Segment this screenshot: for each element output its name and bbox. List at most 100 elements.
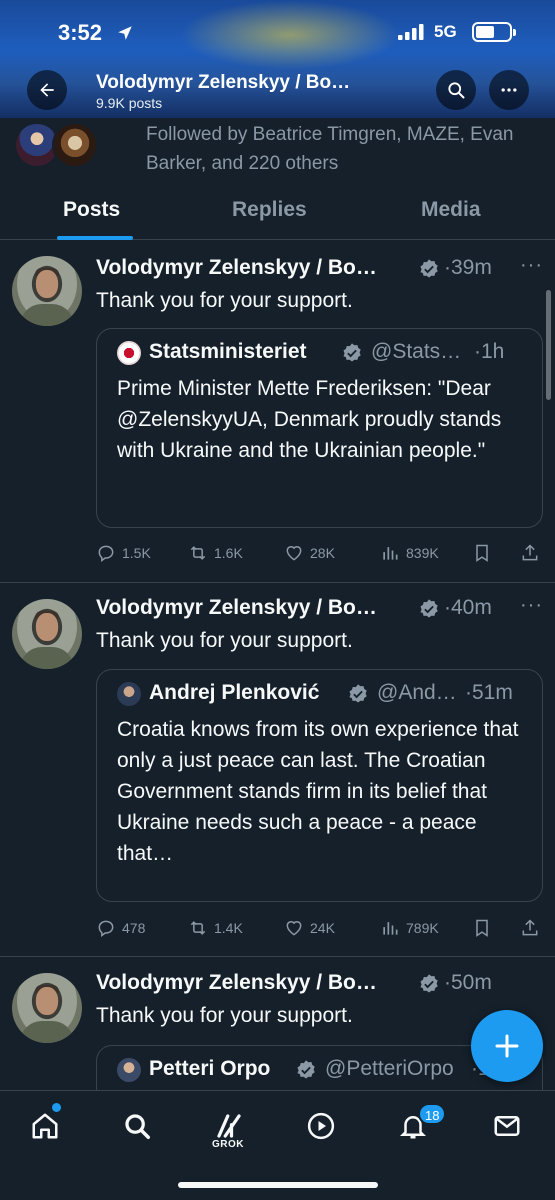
avatar[interactable] xyxy=(12,599,82,669)
post-time: ·50m xyxy=(444,971,492,994)
location-arrow-icon xyxy=(118,26,132,40)
home-icon xyxy=(32,1113,58,1139)
share-button[interactable] xyxy=(520,913,540,943)
verified-badge-icon xyxy=(297,1060,315,1079)
heart-icon xyxy=(286,546,302,561)
views-button[interactable]: 839K xyxy=(380,538,439,568)
grok-icon xyxy=(217,1114,241,1138)
views-button[interactable]: 789K xyxy=(380,913,439,943)
post[interactable]: Volodymyr Zelenskyy / Bo… ·50m Thank you… xyxy=(0,957,555,1090)
like-button[interactable]: 24K xyxy=(284,913,335,943)
like-count: 24K xyxy=(310,920,335,936)
reply-button[interactable]: 478 xyxy=(96,913,145,943)
quoted-post[interactable]: Andrej Plenković @And… ·51m Croatia know… xyxy=(96,669,543,902)
status-bar: 3:52 5G xyxy=(0,18,555,50)
profile-tabs: Posts Replies Media xyxy=(0,182,555,240)
mail-icon xyxy=(494,1116,520,1136)
repost-button[interactable]: 1.6K xyxy=(188,538,243,568)
reply-icon xyxy=(98,545,114,562)
tab-posts[interactable]: Posts xyxy=(63,198,120,222)
quoted-author-name: Petteri Orpo xyxy=(149,1057,271,1080)
page-title: Volodymyr Zelenskyy / Bo… xyxy=(96,72,351,93)
post-time: ·39m xyxy=(444,256,492,279)
notifications-badge: 18 xyxy=(418,1103,447,1125)
post-text: Thank you for your support. xyxy=(96,289,353,312)
play-circle-icon xyxy=(307,1112,335,1140)
quoted-author-handle: @Stats… xyxy=(371,340,462,363)
more-options-button[interactable] xyxy=(489,70,529,110)
quoted-author-avatar xyxy=(117,1058,141,1082)
header-nav: Volodymyr Zelenskyy / Bo… 9.9K posts xyxy=(0,68,555,112)
heart-icon xyxy=(286,921,302,936)
followed-by-text: Followed by Beatrice Timgren, MAZE, Evan… xyxy=(146,124,514,174)
post-more-button[interactable]: ··· xyxy=(520,254,543,277)
nav-video[interactable] xyxy=(304,1109,338,1143)
verified-badge-icon xyxy=(343,343,361,362)
new-posts-indicator xyxy=(52,1103,61,1112)
grok-label: GROK xyxy=(212,1139,244,1150)
search-button[interactable] xyxy=(436,70,476,110)
reply-icon xyxy=(98,920,114,937)
more-horizontal-icon xyxy=(501,88,517,92)
post-author-name[interactable]: Volodymyr Zelenskyy / Bo… xyxy=(96,596,377,620)
quoted-author-handle: @And… xyxy=(377,681,457,704)
post-actions: 1.5K 1.6K 28K 839K xyxy=(96,538,543,568)
repost-icon xyxy=(190,921,206,935)
post-actions: 478 1.4K 24K 789K xyxy=(96,913,543,943)
post-author-name[interactable]: Volodymyr Zelenskyy / Bo… xyxy=(96,256,377,280)
status-time: 3:52 xyxy=(58,20,103,45)
quoted-post-text: Prime Minister Mette Frederiksen: "Dear … xyxy=(117,377,502,462)
nav-messages[interactable] xyxy=(490,1109,524,1143)
repost-button[interactable]: 1.4K xyxy=(188,913,243,943)
home-indicator[interactable] xyxy=(178,1182,378,1188)
post-author-name[interactable]: Volodymyr Zelenskyy / Bo… xyxy=(96,971,377,995)
share-icon xyxy=(522,544,538,561)
verified-badge-icon xyxy=(349,684,367,703)
bookmark-button[interactable] xyxy=(472,538,492,568)
verified-badge-icon xyxy=(420,259,438,278)
bookmark-button[interactable] xyxy=(472,913,492,943)
battery-icon xyxy=(472,22,516,42)
post[interactable]: Volodymyr Zelenskyy / Bo… ·40m ··· Thank… xyxy=(0,583,555,957)
back-arrow-icon xyxy=(40,83,54,97)
cellular-signal-icon xyxy=(398,24,424,40)
view-count: 839K xyxy=(406,545,439,561)
quoted-author-avatar xyxy=(117,682,141,706)
plus-icon xyxy=(495,1034,519,1058)
analytics-icon xyxy=(383,922,398,935)
view-count: 789K xyxy=(406,920,439,936)
avatar[interactable] xyxy=(12,256,82,326)
reply-button[interactable]: 1.5K xyxy=(96,538,151,568)
quoted-author-avatar xyxy=(117,341,141,365)
post-more-button[interactable]: ··· xyxy=(520,594,543,617)
like-button[interactable]: 28K xyxy=(284,538,335,568)
quoted-post[interactable]: Statsministeriet @Stats… ·1h Prime Minis… xyxy=(96,328,543,528)
quoted-post-time: ·1h xyxy=(474,340,505,363)
analytics-icon xyxy=(383,547,398,560)
tab-media[interactable]: Media xyxy=(421,198,481,222)
post-count: 9.9K posts xyxy=(96,95,163,111)
repost-count: 1.6K xyxy=(214,545,243,561)
repost-count: 1.4K xyxy=(214,920,243,936)
search-icon xyxy=(125,1114,150,1139)
compose-button[interactable] xyxy=(471,1010,543,1082)
post[interactable]: Volodymyr Zelenskyy / Bo… ·39m ··· Thank… xyxy=(0,240,555,583)
share-button[interactable] xyxy=(520,538,540,568)
repost-icon xyxy=(190,546,206,560)
back-button[interactable] xyxy=(27,70,67,110)
followed-by-row[interactable]: Followed by Beatrice Timgren, MAZE, Evan… xyxy=(0,118,555,180)
nav-grok[interactable] xyxy=(212,1109,246,1143)
like-count: 28K xyxy=(310,545,335,561)
bookmark-icon xyxy=(476,544,488,562)
quoted-post-time: ·51m xyxy=(465,681,513,704)
nav-search[interactable] xyxy=(120,1109,154,1143)
search-icon xyxy=(448,82,465,99)
quoted-post-text: Croatia knows from its own experience th… xyxy=(117,718,519,865)
share-icon xyxy=(522,919,538,936)
nav-home[interactable] xyxy=(28,1109,62,1143)
post-text: Thank you for your support. xyxy=(96,1004,353,1027)
reply-count: 478 xyxy=(122,920,146,936)
post-time: ·40m xyxy=(444,596,492,619)
avatar[interactable] xyxy=(12,973,82,1043)
tab-replies[interactable]: Replies xyxy=(232,198,307,222)
